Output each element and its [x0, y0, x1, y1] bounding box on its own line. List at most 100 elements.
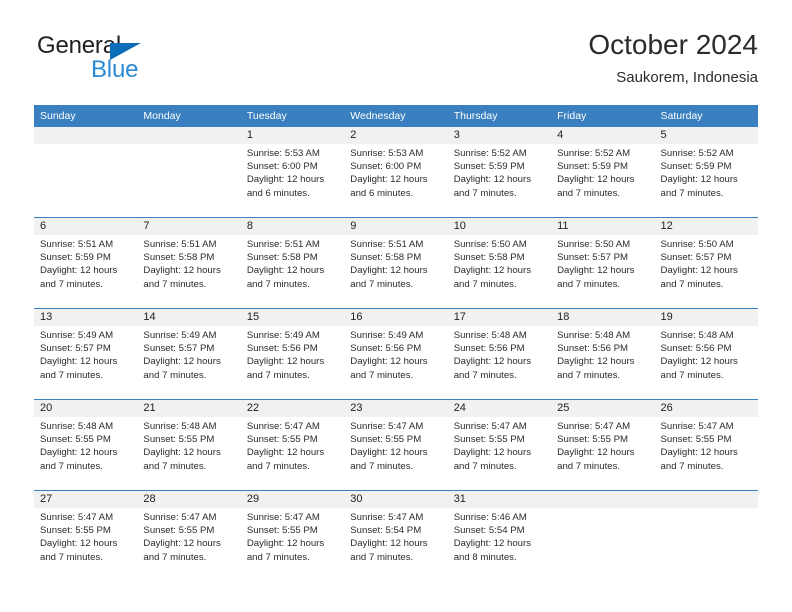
daylight-text: Daylight: 12 hours — [350, 174, 428, 186]
calendar-day-cell[interactable]: 28 Sunrise: 5:47 AM Sunset: 5:55 PM Dayligh… — [137, 490, 241, 581]
calendar-day-cell[interactable]: 31 Sunrise: 5:46 AM Sunset: 5:54 PM Dayligh… — [447, 490, 552, 581]
day-cell-inner: 3 Sunrise: 5:52 AM Sunset: 5:59 PM Daylight… — [447, 127, 552, 217]
day-cell-inner: 15 Sunrise: 5:49 AM Sunset: 5:56 PM Dayligh… — [240, 309, 345, 399]
calendar-day-cell[interactable]: 30 Sunrise: 5:47 AM Sunset: 5:54 PM Dayligh… — [344, 490, 448, 581]
calendar-day-cell[interactable]: 6 Sunrise: 5:51 AM Sunset: 5:59 PM Daylight… — [34, 217, 138, 309]
calendar-day-cell[interactable]: 26 Sunrise: 5:47 AM Sunset: 5:55 PM Dayligh… — [654, 399, 758, 491]
day-details: Sunrise: 5:53 AM Sunset: 6:00 PM Daylight:… — [344, 144, 447, 200]
day-number: 2 — [344, 127, 448, 144]
sunset-text: Sunset: 5:57 PM — [40, 343, 111, 355]
sunset-text: Sunset: 5:55 PM — [246, 525, 318, 537]
sunset-text: Sunset: 5:55 PM — [557, 434, 629, 446]
sunrise-text: Sunrise: 5:48 AM — [557, 330, 631, 341]
day-cell-inner: 8 Sunrise: 5:51 AM Sunset: 5:58 PM Daylight… — [240, 218, 345, 308]
day-cell-inner: 28 Sunrise: 5:47 AM Sunset: 5:55 PM Dayligh… — [137, 491, 241, 581]
sunset-text: Sunset: 5:55 PM — [660, 434, 732, 446]
sunrise-text: Sunrise: 5:47 AM — [350, 421, 424, 432]
day-cell-inner — [34, 127, 138, 217]
day-number: 20 — [34, 400, 138, 417]
daylight-text: and 7 minutes. — [40, 551, 103, 563]
daylight-text: Daylight: 12 hours — [453, 174, 532, 186]
calendar-day-cell[interactable]: 13 Sunrise: 5:49 AM Sunset: 5:57 PM Dayligh… — [34, 308, 138, 400]
day-number: 4 — [551, 127, 655, 144]
calendar-week-row: 20 Sunrise: 5:48 AM Sunset: 5:55 PM Dayligh… — [34, 399, 758, 491]
daylight-text: and 7 minutes. — [246, 551, 310, 563]
daylight-text: Daylight: 12 hours — [246, 265, 325, 277]
sunrise-text: Sunrise: 5:50 AM — [557, 239, 631, 250]
day-number: 17 — [447, 309, 552, 326]
day-cell-inner: 9 Sunrise: 5:51 AM Sunset: 5:58 PM Daylight… — [344, 218, 448, 308]
day-details: Sunrise: 5:52 AM Sunset: 5:59 PM Daylight:… — [448, 144, 551, 200]
calendar-day-cell[interactable]: 25 Sunrise: 5:47 AM Sunset: 5:55 PM Dayligh… — [551, 399, 655, 491]
sunset-text: Sunset: 5:57 PM — [557, 252, 629, 264]
daylight-text: Daylight: 12 hours — [557, 356, 635, 368]
weekday-header-friday: Friday — [551, 105, 655, 127]
page-subtitle: Saukorem, Indonesia — [616, 69, 758, 86]
daylight-text: Daylight: 12 hours — [453, 447, 532, 459]
day-details: Sunrise: 5:51 AM Sunset: 5:58 PM Daylight:… — [241, 235, 344, 291]
calendar-week-row: 27 Sunrise: 5:47 AM Sunset: 5:55 PM Dayligh… — [34, 490, 758, 581]
sunset-text: Sunset: 5:55 PM — [143, 525, 215, 537]
calendar-day-cell[interactable]: 9 Sunrise: 5:51 AM Sunset: 5:58 PM Daylight… — [344, 217, 448, 309]
calendar-day-cell[interactable]: 4 Sunrise: 5:52 AM Sunset: 5:59 PM Daylight… — [551, 127, 655, 218]
sunrise-text: Sunrise: 5:52 AM — [660, 148, 734, 159]
day-cell-inner: 22 Sunrise: 5:47 AM Sunset: 5:55 PM Dayligh… — [240, 400, 345, 490]
day-details: Sunrise: 5:53 AM Sunset: 6:00 PM Daylight:… — [241, 144, 344, 200]
day-number: 9 — [344, 218, 448, 235]
day-number: 28 — [137, 491, 241, 508]
calendar-day-cell[interactable]: 15 Sunrise: 5:49 AM Sunset: 5:56 PM Dayligh… — [240, 308, 345, 400]
day-details: Sunrise: 5:51 AM Sunset: 5:59 PM Daylight:… — [34, 235, 137, 291]
calendar-day-cell[interactable]: 17 Sunrise: 5:48 AM Sunset: 5:56 PM Dayligh… — [447, 308, 552, 400]
calendar-day-cell[interactable]: 20 Sunrise: 5:48 AM Sunset: 5:55 PM Dayligh… — [34, 399, 138, 491]
day-number: 29 — [240, 491, 345, 508]
sunset-text: Sunset: 5:59 PM — [40, 252, 111, 264]
daylight-text: Daylight: 12 hours — [143, 447, 221, 459]
calendar-day-cell[interactable]: 2 Sunrise: 5:53 AM Sunset: 6:00 PM Daylight… — [344, 127, 448, 218]
daylight-text: Daylight: 12 hours — [660, 356, 738, 368]
calendar-day-cell[interactable]: 21 Sunrise: 5:48 AM Sunset: 5:55 PM Dayligh… — [137, 399, 241, 491]
sunrise-text: Sunrise: 5:53 AM — [246, 148, 320, 159]
calendar-day-cell[interactable]: 14 Sunrise: 5:49 AM Sunset: 5:57 PM Dayligh… — [137, 308, 241, 400]
calendar-day-cell[interactable]: 18 Sunrise: 5:48 AM Sunset: 5:56 PM Dayligh… — [551, 308, 655, 400]
day-number: 15 — [240, 309, 345, 326]
calendar-day-cell[interactable]: 19 Sunrise: 5:48 AM Sunset: 5:56 PM Dayligh… — [654, 308, 758, 400]
calendar-day-cell[interactable]: 7 Sunrise: 5:51 AM Sunset: 5:58 PM Daylight… — [137, 217, 241, 309]
day-number — [137, 127, 241, 144]
calendar-day-cell[interactable]: 24 Sunrise: 5:47 AM Sunset: 5:55 PM Dayligh… — [447, 399, 552, 491]
sunset-text: Sunset: 5:55 PM — [453, 434, 525, 446]
general-blue-logo: General Blue — [34, 32, 254, 90]
day-cell-inner: 7 Sunrise: 5:51 AM Sunset: 5:58 PM Daylight… — [137, 218, 241, 308]
sunrise-text: Sunrise: 5:50 AM — [453, 239, 527, 250]
calendar-day-cell[interactable]: 29 Sunrise: 5:47 AM Sunset: 5:55 PM Dayligh… — [240, 490, 345, 581]
calendar-day-cell[interactable]: 16 Sunrise: 5:49 AM Sunset: 5:56 PM Dayligh… — [344, 308, 448, 400]
day-number: 21 — [137, 400, 241, 417]
calendar-day-cell[interactable]: 27 Sunrise: 5:47 AM Sunset: 5:55 PM Dayligh… — [34, 490, 138, 581]
day-details: Sunrise: 5:49 AM Sunset: 5:56 PM Daylight:… — [241, 326, 344, 382]
weekday-header-thursday: Thursday — [447, 105, 552, 127]
daylight-text: Daylight: 12 hours — [40, 356, 118, 368]
calendar-day-cell[interactable]: 8 Sunrise: 5:51 AM Sunset: 5:58 PM Daylight… — [240, 217, 345, 309]
daylight-text: Daylight: 12 hours — [350, 538, 428, 550]
day-details: Sunrise: 5:48 AM Sunset: 5:56 PM Daylight:… — [551, 326, 654, 382]
day-details: Sunrise: 5:51 AM Sunset: 5:58 PM Daylight:… — [137, 235, 240, 291]
calendar-day-cell[interactable]: 1 Sunrise: 5:53 AM Sunset: 6:00 PM Daylight… — [240, 127, 345, 218]
day-number: 7 — [137, 218, 241, 235]
weekday-header-saturday: Saturday — [654, 105, 758, 127]
calendar-day-cell[interactable]: 23 Sunrise: 5:47 AM Sunset: 5:55 PM Dayligh… — [344, 399, 448, 491]
day-details: Sunrise: 5:47 AM Sunset: 5:55 PM Daylight:… — [551, 417, 654, 473]
calendar-day-cell[interactable]: 5 Sunrise: 5:52 AM Sunset: 5:59 PM Daylight… — [654, 127, 758, 218]
calendar-page: General Blue October 2024 Saukorem, Indo… — [0, 0, 792, 612]
calendar-day-cell[interactable]: 12 Sunrise: 5:50 AM Sunset: 5:57 PM Dayligh… — [654, 217, 758, 309]
daylight-text: Daylight: 12 hours — [660, 174, 738, 186]
daylight-text: and 7 minutes. — [40, 369, 103, 381]
sunrise-text: Sunrise: 5:49 AM — [40, 330, 114, 341]
sunset-text: Sunset: 5:56 PM — [246, 343, 318, 355]
calendar-day-cell[interactable]: 22 Sunrise: 5:47 AM Sunset: 5:55 PM Dayligh… — [240, 399, 345, 491]
daylight-text: and 7 minutes. — [453, 187, 517, 199]
calendar-day-cell[interactable]: 10 Sunrise: 5:50 AM Sunset: 5:58 PM Dayligh… — [447, 217, 552, 309]
calendar-day-cell[interactable]: 3 Sunrise: 5:52 AM Sunset: 5:59 PM Daylight… — [447, 127, 552, 218]
daylight-text: and 7 minutes. — [660, 278, 724, 290]
calendar-day-cell[interactable]: 11 Sunrise: 5:50 AM Sunset: 5:57 PM Dayligh… — [551, 217, 655, 309]
sunrise-text: Sunrise: 5:47 AM — [557, 421, 631, 432]
day-details: Sunrise: 5:49 AM Sunset: 5:57 PM Daylight:… — [137, 326, 240, 382]
